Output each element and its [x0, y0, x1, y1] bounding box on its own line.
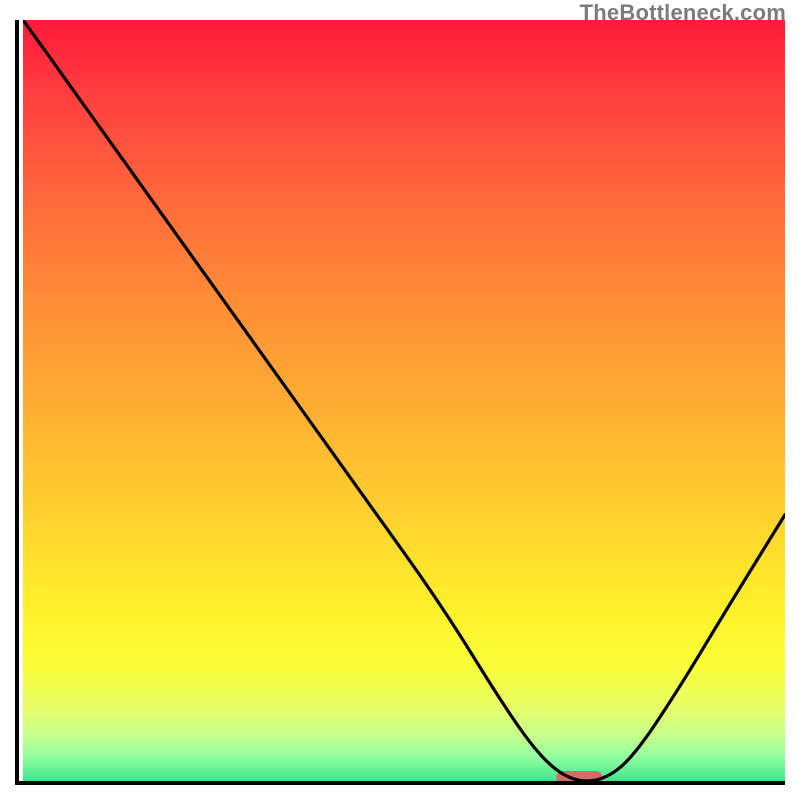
chart-svg: [23, 20, 785, 781]
bottleneck-curve: [23, 20, 785, 781]
plot-area: [15, 20, 785, 785]
chart-frame: [15, 20, 785, 785]
